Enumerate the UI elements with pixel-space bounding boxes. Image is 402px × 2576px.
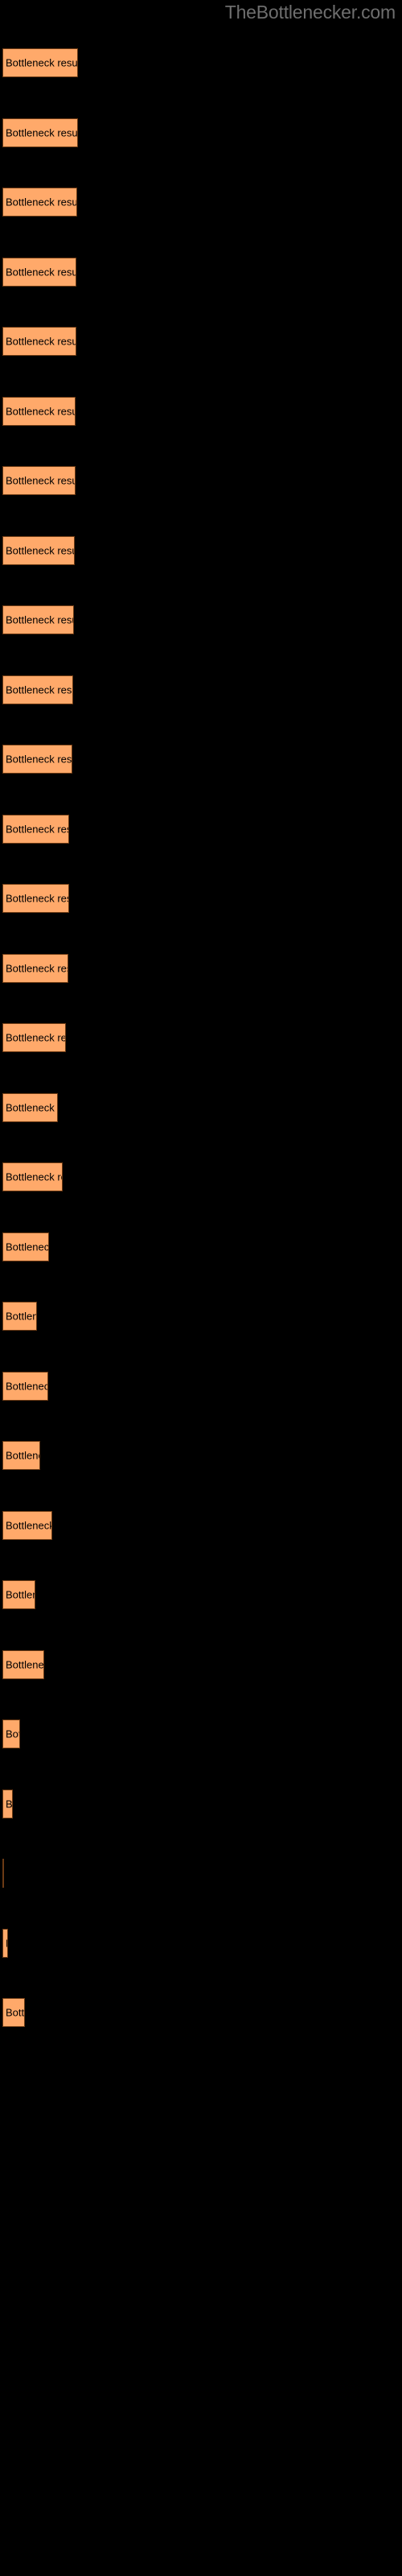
bar-8[interactable]: Bottleneck result [2, 536, 75, 565]
bar-7[interactable]: Bottleneck result [2, 466, 76, 495]
bar-label: Bottleneck result [6, 1798, 13, 1810]
bar-27[interactable]: Bottleneck result [2, 1859, 4, 1888]
bar-22[interactable]: Bottleneck result [2, 1511, 52, 1540]
bar-label: Bottleneck result [6, 613, 73, 626]
bar-label: Bottleneck result [6, 2006, 25, 2019]
bar-label: Bottleneck result [6, 892, 68, 905]
bar-11[interactable]: Bottleneck result [2, 745, 72, 774]
bar-label: Bottleneck result [6, 1658, 44, 1671]
bar-15[interactable]: Bottleneck result [2, 1023, 66, 1052]
bar-label: Bottleneck result [6, 1728, 19, 1740]
bar-label: Bottleneck result [6, 1241, 49, 1253]
bar-18[interactable]: Bottleneck result [2, 1232, 49, 1261]
bar-2[interactable]: Bottleneck result [2, 118, 78, 147]
bar-13[interactable]: Bottleneck result [2, 884, 69, 913]
bar-label: Bottleneck result [6, 474, 76, 487]
bar-label: Bottleneck result [6, 1031, 65, 1044]
bar-21[interactable]: Bottleneck result [2, 1441, 40, 1470]
bar-series-container: Bottleneck result Bottleneck result Bottle… [0, 0, 402, 2576]
bar-label: Bottleneck result [6, 1310, 36, 1323]
bar-label: Bottleneck result [6, 823, 68, 836]
bottleneck-chart: TheBottlenecker.com Bottleneck result Bot… [0, 0, 402, 2576]
bar-20[interactable]: Bottleneck result [2, 1372, 48, 1401]
bar-label: Bottleneck result [6, 753, 72, 766]
bar-26[interactable]: Bottleneck result [2, 1790, 13, 1818]
bar-10[interactable]: Bottleneck result [2, 675, 73, 704]
bar-29[interactable]: Bottleneck result [2, 1998, 25, 2027]
bar-19[interactable]: Bottleneck result [2, 1302, 37, 1331]
bar-1[interactable]: Bottleneck result [2, 48, 78, 77]
bar-label: Bottleneck result [6, 1380, 47, 1393]
bar-label: Bottleneck result [6, 683, 72, 696]
bar-label: Bottleneck result [6, 56, 78, 69]
bar-label: Bottleneck result [6, 196, 77, 208]
bar-label: Bottleneck result [6, 335, 76, 348]
bar-9[interactable]: Bottleneck result [2, 605, 74, 634]
bar-24[interactable]: Bottleneck result [2, 1650, 44, 1679]
bar-14[interactable]: Bottleneck result [2, 954, 68, 983]
bar-23[interactable]: Bottleneck result [2, 1580, 35, 1609]
bar-label: Bottleneck result [6, 962, 68, 975]
bar-4[interactable]: Bottleneck result [2, 258, 76, 287]
bar-16[interactable]: Bottleneck result [2, 1093, 58, 1122]
bar-label: Bottleneck result [6, 266, 76, 279]
bar-label: Bottleneck result [6, 1519, 52, 1532]
bar-5[interactable]: Bottleneck result [2, 327, 76, 356]
bar-label: Bottleneck result [6, 1449, 39, 1462]
bar-label: Bottleneck result [6, 1588, 35, 1601]
bar-12[interactable]: Bottleneck result [2, 815, 69, 844]
bar-label: Bottleneck result [6, 126, 78, 139]
bar-label: Bottleneck result [6, 405, 76, 418]
bar-3[interactable]: Bottleneck result [2, 188, 77, 217]
bar-28[interactable]: Bottleneck result [2, 1929, 8, 1958]
bar-6[interactable]: Bottleneck result [2, 397, 76, 426]
bar-25[interactable]: Bottleneck result [2, 1719, 20, 1748]
bar-label: Bottleneck result [6, 544, 74, 557]
bar-label: Bottleneck result [6, 1101, 57, 1114]
bar-label: Bottleneck result [6, 1170, 62, 1183]
bar-label: Bottleneck result [6, 1938, 7, 1950]
bar-17[interactable]: Bottleneck result [2, 1162, 63, 1191]
